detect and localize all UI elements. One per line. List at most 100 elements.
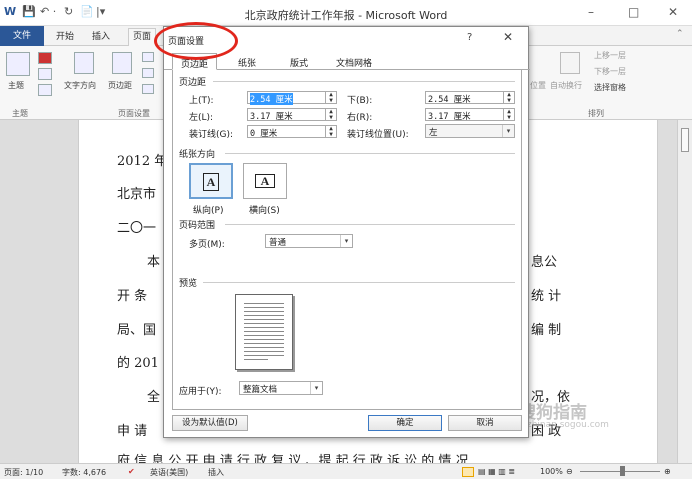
multiple-pages-label: 多页(M): xyxy=(189,240,225,250)
tab-layout[interactable]: 版式 xyxy=(282,53,316,70)
tab-paper[interactable]: 纸张 xyxy=(230,53,264,70)
view-icons[interactable]: ▤ ▦ ▥ ≣ xyxy=(478,467,515,476)
print-layout-icon[interactable] xyxy=(462,467,474,477)
vertical-scrollbar[interactable] xyxy=(677,120,692,463)
spinner-icon[interactable]: ▲ ▼ xyxy=(325,109,336,120)
spinner-icon[interactable]: ▲ ▼ xyxy=(503,92,514,103)
zoom-slider-thumb[interactable] xyxy=(620,466,625,476)
spinner-icon[interactable]: ▲ ▼ xyxy=(325,126,336,137)
orientation-icon[interactable] xyxy=(142,52,154,62)
annotation-circle xyxy=(154,22,238,60)
chevron-down-icon[interactable]: ▾ xyxy=(340,235,352,247)
arrange-group-label: 排列 xyxy=(588,109,604,118)
spinner-icon[interactable]: ▲ ▼ xyxy=(503,109,514,120)
bottom-margin-label: 下(B): xyxy=(347,96,373,106)
effects-icon[interactable] xyxy=(38,84,52,96)
word-count[interactable]: 字数: 4,676 xyxy=(62,467,106,478)
title-bar: W 💾 ↶ · ↻ 📄 |▾ 北京政府统计工作年报 - Microsoft Wo… xyxy=(0,0,692,26)
doc-line: 局、国 xyxy=(117,323,157,338)
left-margin-label: 左(L): xyxy=(189,113,214,123)
page-setup-group-label: 页面设置 xyxy=(118,109,150,118)
theme-button-label[interactable]: 主题 xyxy=(8,80,24,91)
position-label[interactable]: 位置 xyxy=(530,80,546,91)
apply-to-label: 应用于(Y): xyxy=(179,387,222,397)
top-margin-label: 上(T): xyxy=(189,96,214,106)
doc-line: 二〇一 xyxy=(117,221,157,236)
section-divider xyxy=(225,224,515,225)
portrait-label: 纵向(P) xyxy=(193,206,224,216)
chevron-down-icon[interactable]: ▾ xyxy=(502,125,514,137)
gutter-position-label: 装订线位置(U): xyxy=(347,130,409,140)
close-window-button[interactable]: ✕ xyxy=(668,5,678,19)
dialog-body: 页边距 上(T): 2.54 厘米 ▲ ▼ 下(B): 2.54 厘米 ▲ ▼ 左(… xyxy=(172,70,522,410)
chevron-down-icon[interactable]: ▾ xyxy=(310,382,322,394)
doc-line: 申 请 xyxy=(117,424,148,439)
gutter-label: 装订线(G): xyxy=(189,130,234,140)
ok-button[interactable]: 确定 xyxy=(368,415,442,431)
pages-section-title: 页码范围 xyxy=(179,221,216,231)
section-divider xyxy=(225,153,515,154)
status-bar: 页面: 1/10 字数: 4,676 ✔ 英语(美国) 插入 ▤ ▦ ▥ ≣ 1… xyxy=(0,463,692,479)
gutter-position-select[interactable]: 左 ▾ xyxy=(425,124,515,138)
portrait-button[interactable]: A xyxy=(189,163,233,199)
ribbon-collapse-icon[interactable]: ⌃ xyxy=(676,29,684,39)
zoom-in-icon[interactable]: ⊕ xyxy=(664,467,671,476)
multiple-pages-select[interactable]: 普通 ▾ xyxy=(265,234,353,248)
wrap-text-icon[interactable] xyxy=(560,52,580,74)
theme-icon[interactable] xyxy=(6,52,30,76)
tab-file[interactable]: 文件 xyxy=(0,26,44,46)
page-count[interactable]: 页面: 1/10 xyxy=(4,467,43,478)
set-default-button[interactable]: 设为默认值(D) xyxy=(172,415,248,431)
margins-label[interactable]: 页边距 xyxy=(108,80,132,91)
apply-to-select[interactable]: 整篇文档 ▾ xyxy=(239,381,323,395)
dialog-close-button[interactable]: ✕ xyxy=(503,30,513,44)
size-icon[interactable] xyxy=(142,68,154,78)
fonts-icon[interactable] xyxy=(38,68,52,80)
right-margin-label: 右(R): xyxy=(347,113,373,123)
columns-icon[interactable] xyxy=(142,84,154,94)
doc-line: 开 条 xyxy=(117,289,148,304)
landscape-button[interactable]: A xyxy=(243,163,287,199)
bottom-margin-input[interactable]: 2.54 厘米 ▲ ▼ xyxy=(425,91,515,105)
tab-page-layout[interactable]: 页面 xyxy=(128,28,157,46)
maximize-button[interactable]: □ xyxy=(628,5,639,19)
tab-home[interactable]: 开始 xyxy=(56,29,74,42)
landscape-label: 横向(S) xyxy=(249,206,280,216)
send-backward-label[interactable]: 下移一层 xyxy=(594,66,626,77)
right-margin-input[interactable]: 3.17 厘米 ▲ ▼ xyxy=(425,108,515,122)
colors-icon[interactable] xyxy=(38,52,52,64)
doc-line: 本 xyxy=(147,255,161,270)
spinner-icon[interactable]: ▲ ▼ xyxy=(325,92,336,103)
doc-line: 全 xyxy=(147,390,161,405)
theme-group-label: 主题 xyxy=(12,109,28,118)
cancel-button[interactable]: 取消 xyxy=(448,415,522,431)
zoom-out-icon[interactable]: ⊖ xyxy=(566,467,573,476)
gutter-input[interactable]: 0 厘米 ▲ ▼ xyxy=(247,125,337,139)
tab-insert[interactable]: 插入 xyxy=(92,29,110,42)
scrollbar-thumb[interactable] xyxy=(681,128,689,152)
tab-document-grid[interactable]: 文档网格 xyxy=(328,53,380,70)
section-divider xyxy=(213,81,515,82)
preview-page xyxy=(235,294,293,370)
text-direction-icon[interactable] xyxy=(74,52,94,74)
selection-pane-label[interactable]: 选择窗格 xyxy=(594,82,626,93)
proofing-icon[interactable]: ✔ xyxy=(128,467,135,476)
portrait-icon: A xyxy=(203,173,219,191)
top-margin-input[interactable]: 2.54 厘米 ▲ ▼ xyxy=(247,91,337,105)
help-button[interactable]: ? xyxy=(467,32,472,43)
doc-line: 息公 xyxy=(531,255,558,270)
left-margin-input[interactable]: 3.17 厘米 ▲ ▼ xyxy=(247,108,337,122)
wrap-text-label[interactable]: 自动换行 xyxy=(550,80,582,91)
section-divider xyxy=(203,282,515,283)
margins-icon[interactable] xyxy=(112,52,132,74)
bring-forward-label[interactable]: 上移一层 xyxy=(594,50,626,61)
language[interactable]: 英语(美国) xyxy=(150,467,188,478)
doc-line: 编 制 xyxy=(531,323,562,338)
doc-line: 北京市 xyxy=(117,187,157,202)
minimize-button[interactable]: – xyxy=(588,5,594,19)
text-direction-label[interactable]: 文字方向 xyxy=(64,80,96,91)
orientation-section-title: 纸张方向 xyxy=(179,150,216,160)
zoom-level[interactable]: 100% xyxy=(540,467,563,476)
insert-mode[interactable]: 插入 xyxy=(208,467,224,478)
margins-section-title: 页边距 xyxy=(179,78,207,88)
